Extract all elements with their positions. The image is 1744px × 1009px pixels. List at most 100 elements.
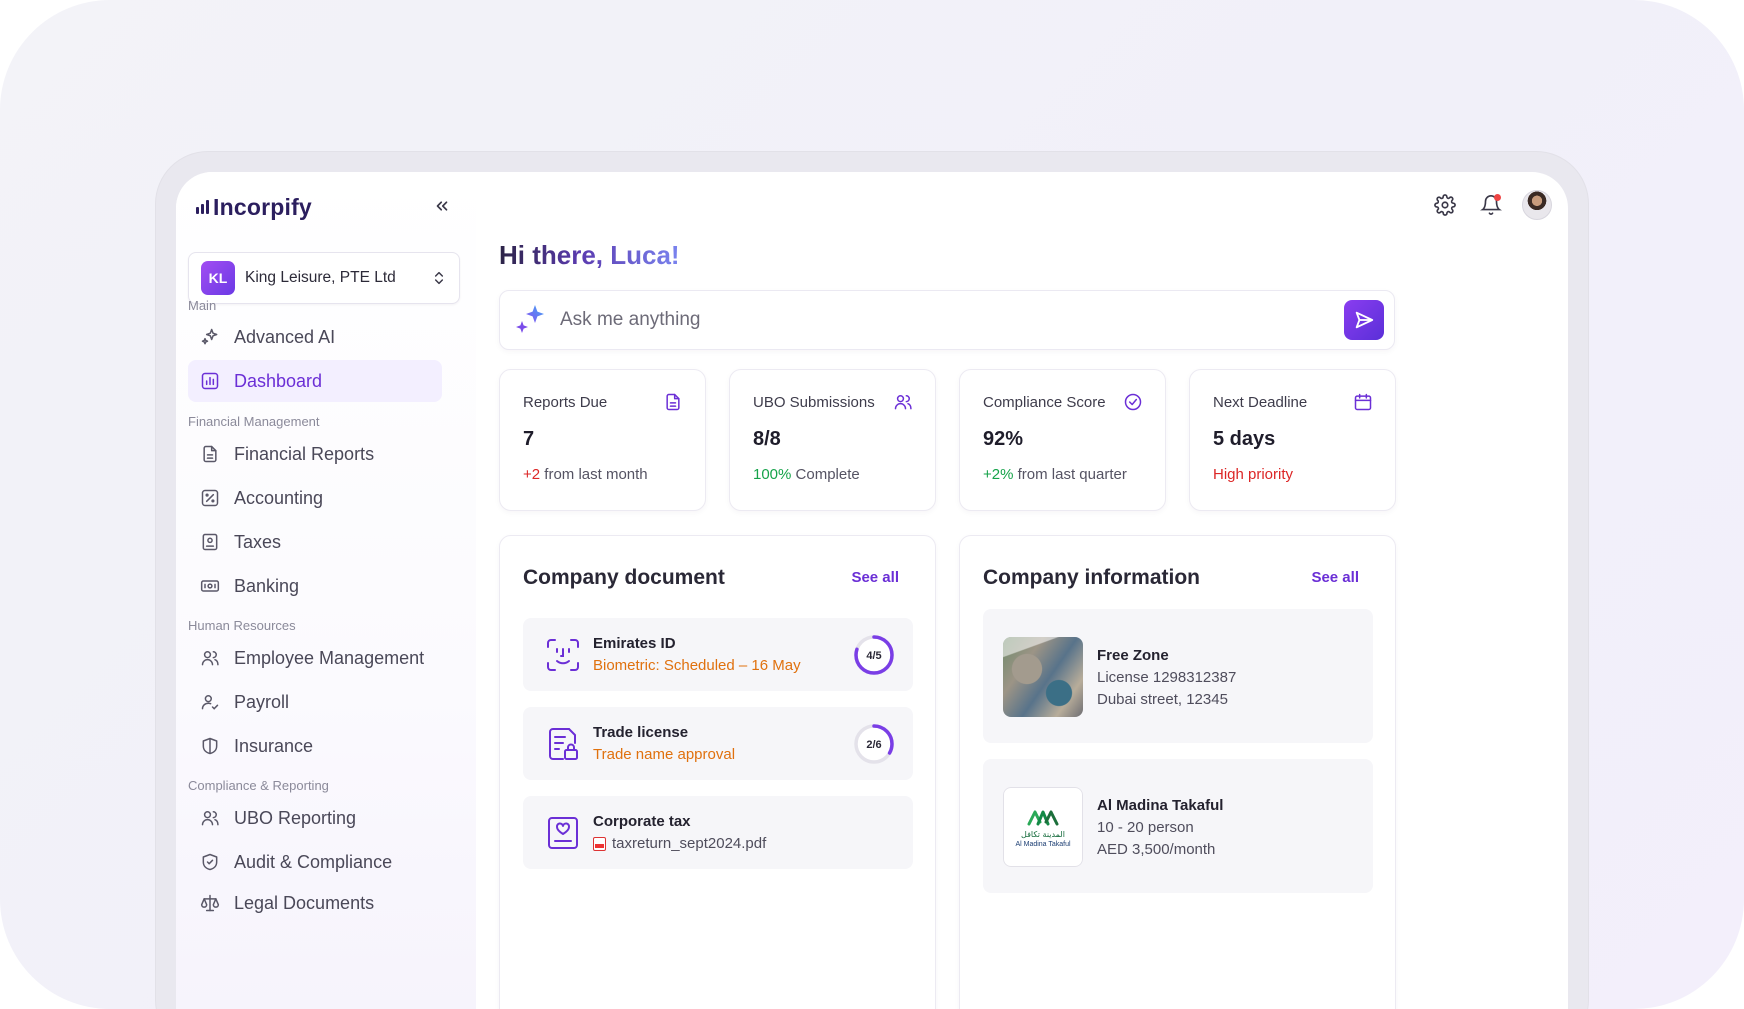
document-item-emirates-id[interactable]: Emirates ID Biometric: Scheduled – 16 Ma… <box>523 618 913 691</box>
takaful-logo-box: المدينة تكافل Al Madina Takaful <box>1003 787 1083 867</box>
certificate-icon <box>548 816 578 849</box>
sidebar-item-taxes[interactable]: Taxes <box>188 521 442 563</box>
progress-ring-svg: 2/6 <box>854 724 894 764</box>
sidebar-item-dashboard[interactable]: Dashboard <box>188 360 442 402</box>
panel-title: Company document <box>523 566 725 589</box>
sidebar-item-ubo-reporting[interactable]: UBO Reporting <box>188 797 442 839</box>
user-avatar-button[interactable] <box>1522 190 1552 220</box>
sidebar-item-advanced-ai[interactable]: Advanced AI <box>188 316 442 358</box>
percent-icon <box>201 489 219 507</box>
stat-title: UBO Submissions <box>753 394 875 411</box>
collapse-sidebar-button[interactable] <box>428 192 456 220</box>
company-info-line2: AED 3,500/month <box>1097 841 1216 858</box>
company-info-al-madina-takaful[interactable]: المدينة تكافل Al Madina Takaful Al Madin… <box>983 759 1373 893</box>
sidebar-item-label: Payroll <box>234 691 290 712</box>
receipt-icon <box>202 533 218 551</box>
sidebar-item-insurance[interactable]: Insurance <box>188 725 442 767</box>
stat-value: 5 days <box>1213 428 1276 450</box>
stat-value: 7 <box>523 428 535 450</box>
sidebar-item-label: Employee Management <box>234 647 425 668</box>
file-name[interactable]: taxreturn_sept2024.pdf <box>612 835 766 852</box>
sidebar-item-label: Audit & Compliance <box>234 851 393 872</box>
document-text: Corporate tax taxreturn_sept2024.pdf <box>593 813 766 852</box>
sidebar-item-employee-management[interactable]: Employee Management <box>188 637 442 679</box>
stat-delta-value: +2% <box>983 466 1014 483</box>
company-info-name: Al Madina Takaful <box>1097 797 1224 814</box>
document-item-trade-license[interactable]: Trade license Trade name approval 2/6 <box>523 707 913 780</box>
ask-bar <box>499 290 1395 350</box>
company-info-line1: License 1298312387 <box>1097 669 1237 686</box>
sidebar: Incorpify KL King Leisure, PTE Ltd Main … <box>176 172 476 1009</box>
brand-name: Incorpify <box>213 193 312 220</box>
sidebar-item-financial-reports[interactable]: Financial Reports <box>188 433 442 475</box>
send-button[interactable] <box>1344 300 1384 340</box>
stat-card-reports-due[interactable]: Reports Due 7 +2 from last month <box>499 369 706 511</box>
sidebar-item-label: Advanced AI <box>234 326 336 347</box>
nav-section-hr: Human Resources <box>188 618 296 633</box>
nav-section-main: Main <box>188 298 217 313</box>
progress-ring-svg: 4/5 <box>854 635 894 675</box>
sidebar-item-payroll[interactable]: Payroll <box>188 681 442 723</box>
shield-icon <box>202 737 218 755</box>
notification-badge <box>1494 194 1501 201</box>
user-check-icon <box>201 695 219 710</box>
company-document-panel: Company document See all Emirates ID Bio… <box>499 535 936 1009</box>
logo-bars-icon <box>196 200 209 214</box>
stat-card-ubo-submissions[interactable]: UBO Submissions 8/8 100% Complete <box>729 369 936 511</box>
company-info-text: Al Madina Takaful 10 - 20 person AED 3,5… <box>1097 795 1223 861</box>
document-name: Trade license <box>593 724 689 741</box>
chevron-up-down-icon <box>434 271 444 285</box>
avatar <box>1522 190 1552 220</box>
stat-title: Reports Due <box>523 394 608 411</box>
brand-logo[interactable]: Incorpify <box>196 192 312 222</box>
sidebar-item-label: Legal Documents <box>234 892 375 913</box>
check-circle-icon <box>1124 393 1142 411</box>
company-info-line2: Dubai street, 12345 <box>1097 691 1228 708</box>
face-scan-icon <box>547 638 579 671</box>
stat-delta-text: Complete <box>791 466 860 483</box>
chevrons-left-icon <box>436 201 448 211</box>
sparkles-icon <box>201 328 218 345</box>
company-name: King Leisure, PTE Ltd <box>245 269 396 286</box>
sidebar-item-label: Banking <box>234 575 300 596</box>
sidebar-item-accounting[interactable]: Accounting <box>188 477 442 519</box>
stat-title: Next Deadline <box>1213 394 1308 411</box>
stat-delta-value: +2 <box>523 466 541 483</box>
see-all-documents-link[interactable]: See all <box>851 569 899 586</box>
company-selector[interactable]: KL King Leisure, PTE Ltd <box>188 252 460 304</box>
sidebar-item-label: Taxes <box>234 531 282 552</box>
bar-chart-icon <box>201 372 219 390</box>
company-information-panel: Company information See all Free Zone Li… <box>959 535 1396 1009</box>
progress-ring: 4/5 <box>853 634 895 681</box>
document-name: Emirates ID <box>593 635 676 652</box>
stat-card-next-deadline[interactable]: Next Deadline 5 days High priority <box>1189 369 1396 511</box>
notifications-button[interactable] <box>1476 190 1506 220</box>
file-icon <box>666 393 680 411</box>
ask-input[interactable] <box>560 309 1344 331</box>
sidebar-item-banking[interactable]: Banking <box>188 565 442 607</box>
settings-button[interactable] <box>1430 190 1460 220</box>
sidebar-item-legal-documents[interactable]: Legal Documents <box>188 882 442 924</box>
company-avatar: KL <box>201 261 235 295</box>
progress-label: 4/5 <box>866 650 881 662</box>
stat-value: 92% <box>983 428 1024 450</box>
shield-check-icon <box>202 853 218 871</box>
sidebar-item-audit-compliance[interactable]: Audit & Compliance <box>188 841 442 883</box>
banknote-icon <box>200 580 220 592</box>
takaful-logo: المدينة تكافل Al Madina Takaful <box>1003 787 1083 867</box>
license-lock-icon <box>549 727 578 760</box>
stat-title: Compliance Score <box>983 394 1106 411</box>
header-actions <box>1430 190 1552 220</box>
document-name: Corporate tax <box>593 813 691 830</box>
document-status: Biometric: Scheduled – 16 May <box>593 657 801 674</box>
panel-title: Company information <box>983 566 1201 589</box>
company-info-line1: 10 - 20 person <box>1097 819 1194 836</box>
stat-delta: High priority <box>1213 466 1293 483</box>
main-content: Hi there, Luca! Reports Due 7 +2 from la… <box>476 172 1568 1009</box>
stat-card-compliance-score[interactable]: Compliance Score 92% +2% from last quart… <box>959 369 1166 511</box>
see-all-company-info-link[interactable]: See all <box>1311 569 1359 586</box>
company-info-free-zone[interactable]: Free Zone License 1298312387 Dubai stree… <box>983 609 1373 743</box>
stat-delta: 100% Complete <box>753 466 860 483</box>
document-item-corporate-tax[interactable]: Corporate tax taxreturn_sept2024.pdf <box>523 796 913 869</box>
document-file: taxreturn_sept2024.pdf <box>593 835 766 852</box>
